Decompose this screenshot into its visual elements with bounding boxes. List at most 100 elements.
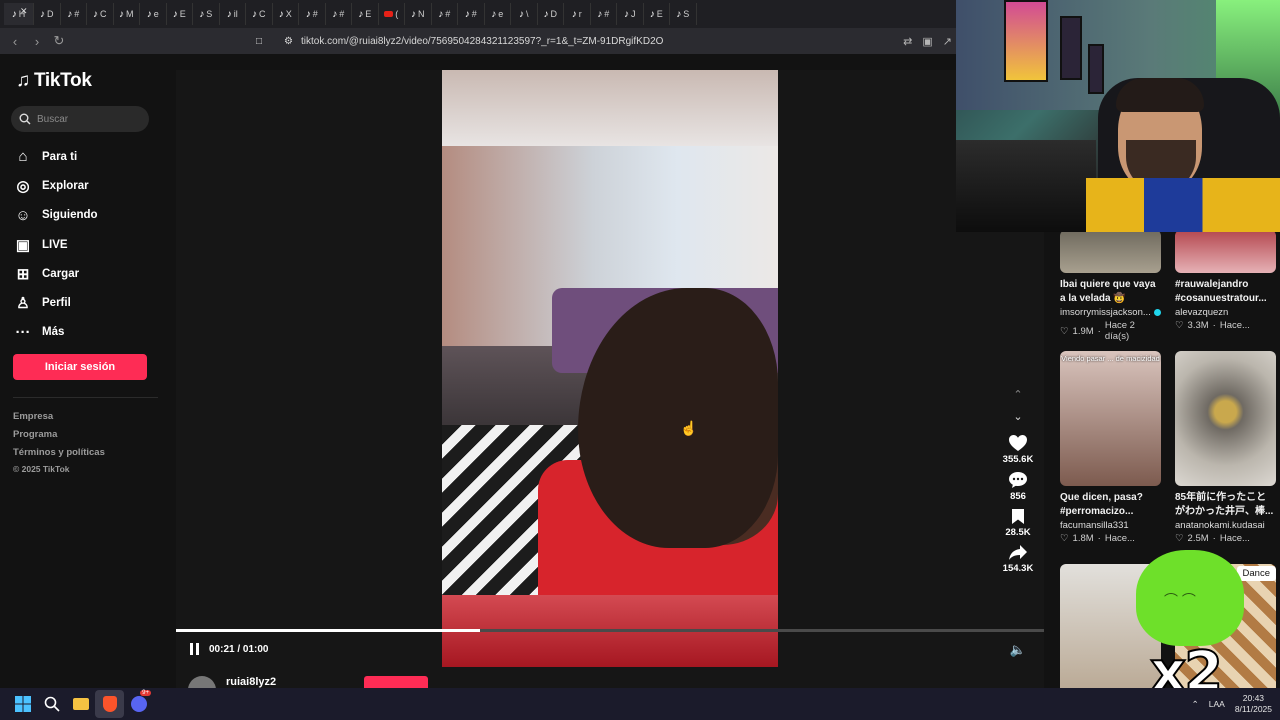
back-icon[interactable]: ‹ <box>4 30 26 52</box>
pause-icon[interactable] <box>190 643 199 655</box>
browser-tab[interactable]: ♪ S <box>193 3 220 25</box>
brave-browser-icon[interactable] <box>95 690 124 718</box>
browser-tab[interactable]: ♪ # <box>432 3 458 25</box>
footer-link-terms[interactable]: Términos y políticas <box>13 444 105 462</box>
browser-tab[interactable]: ♪ E <box>644 3 670 25</box>
forward-icon[interactable]: › <box>26 30 48 52</box>
save-count: 28.5K <box>1005 527 1031 538</box>
video-frame[interactable] <box>442 70 778 667</box>
browser-tab[interactable]: ♪ C <box>246 3 273 25</box>
browser-tab[interactable]: ♪ # <box>591 3 617 25</box>
meta-dot: · <box>1212 320 1216 331</box>
card-meta: ♡ 2.5M · Hace... <box>1175 533 1276 544</box>
tab-label: E <box>656 9 663 19</box>
discord-icon[interactable]: 9+ <box>124 690 153 718</box>
chevron-up-icon[interactable]: ⌃ <box>996 384 1040 406</box>
share-arrow-icon <box>1009 545 1027 560</box>
video-thumbnail[interactable] <box>1175 351 1276 486</box>
translate-icon[interactable]: ⇄ <box>903 35 912 48</box>
login-button[interactable]: Iniciar sesión <box>13 354 147 380</box>
recommended-card[interactable]: Viendo pasar ... de macizidad Que dicen,… <box>1060 351 1161 544</box>
footer-link-programa[interactable]: Programa <box>13 426 105 444</box>
tab-label: X <box>285 9 292 19</box>
video-stage[interactable]: 00:21 / 01:00 🔈 <box>176 70 1044 688</box>
sidebar-item-live[interactable]: ▣ LIVE <box>14 230 98 259</box>
browser-tab[interactable]: ♪ C <box>87 3 114 25</box>
browser-tab[interactable]: ( <box>379 3 405 25</box>
recommended-card[interactable]: Ibai quiere que vaya a la velada 🤠 imsor… <box>1060 230 1161 342</box>
cast-icon[interactable]: ▣ <box>922 35 932 48</box>
bookmark-icon[interactable]: □ <box>256 36 262 47</box>
tab-label: D <box>550 9 558 19</box>
card-user[interactable]: alevazquezn <box>1175 307 1276 318</box>
browser-tab[interactable]: ♪ r <box>564 3 591 25</box>
recommended-card[interactable]: 85年前に作ったことがわかった井戸、棒... anatanokami.kudas… <box>1175 351 1276 544</box>
sidebar-item-perfil[interactable]: ♙ Perfil <box>14 288 98 317</box>
browser-tab[interactable]: ♪ \ <box>511 3 538 25</box>
tray-chevron-icon[interactable]: ⌃ <box>1192 699 1199 710</box>
action-rail: ⌃ ⌄ 355.6K 856 28.5K 154.3K <box>996 384 1040 574</box>
video-thumbnail[interactable] <box>1175 230 1276 273</box>
card-user[interactable]: anatanokami.kudasai <box>1175 520 1276 531</box>
browser-tab[interactable]: ♪ # <box>299 3 326 25</box>
sidebar-item-explorar[interactable]: ◎ Explorar <box>14 171 98 200</box>
search-box[interactable] <box>11 106 149 132</box>
site-info-icon[interactable]: ⚙ <box>284 36 293 47</box>
taskbar-clock[interactable]: 20:43 8/11/2025 <box>1235 693 1272 715</box>
save-action[interactable]: 28.5K <box>996 508 1040 538</box>
browser-tab[interactable]: ♪ il <box>220 3 246 25</box>
avatar[interactable] <box>188 676 216 688</box>
browser-tab[interactable]: ♪ J <box>617 3 644 25</box>
close-tab-icon[interactable]: ✕ <box>20 6 28 17</box>
tab-label: r <box>578 9 582 19</box>
browser-tab[interactable]: ♪ # <box>458 3 485 25</box>
follow-button[interactable] <box>364 676 428 688</box>
browser-tab[interactable]: ♪ M <box>114 3 140 25</box>
card-username: imsorrymissjackson... <box>1060 307 1151 318</box>
video-thumbnail[interactable] <box>1060 230 1161 273</box>
chevron-down-icon[interactable]: ⌄ <box>996 406 1040 428</box>
like-action[interactable]: 355.6K <box>996 434 1040 465</box>
search-input[interactable] <box>37 113 137 125</box>
language-indicator[interactable]: LAA <box>1209 699 1225 709</box>
browser-tab[interactable]: ♪ N <box>405 3 432 25</box>
browser-tab[interactable]: ♪ E <box>352 3 379 25</box>
browser-tab[interactable]: ♪ H <box>4 3 34 25</box>
browser-tab[interactable]: ♪ # <box>326 3 352 25</box>
video-thumbnail[interactable]: Viendo pasar ... de macizidad <box>1060 351 1161 486</box>
card-user[interactable]: facumansilla331 <box>1060 520 1161 531</box>
video-progress-bar[interactable] <box>176 629 1044 632</box>
card-user[interactable]: imsorrymissjackson... <box>1060 307 1161 318</box>
url-text[interactable]: tiktok.com/@ruiai8lyz2/video/75695042843… <box>301 36 663 47</box>
sidebar-item-m-s[interactable]: ··· Más <box>14 318 98 347</box>
browser-tab[interactable]: ♪ D <box>34 3 61 25</box>
browser-tab[interactable]: ♪ E <box>167 3 193 25</box>
volume-icon[interactable]: 🔈 <box>1010 642 1026 658</box>
browser-tab[interactable]: ♪ S <box>670 3 697 25</box>
windows-start-icon[interactable] <box>8 690 37 718</box>
recommended-card[interactable]: #rauwalejandro #cosanuestratour... aleva… <box>1175 230 1276 331</box>
tiktok-tab-icon: ♪ <box>119 8 124 20</box>
search-taskbar-icon[interactable] <box>37 690 66 718</box>
browser-tab[interactable]: ♪ D <box>538 3 564 25</box>
address-bar[interactable]: □ ⚙ tiktok.com/@ruiai8lyz2/video/7569504… <box>256 28 663 54</box>
sidebar-item-siguiendo[interactable]: ☺ Siguiendo <box>14 201 97 230</box>
file-explorer-icon[interactable] <box>66 690 95 718</box>
share-icon[interactable]: ↗ <box>943 35 952 48</box>
tiktok-tab-icon: ♪ <box>543 8 549 20</box>
footer-link-empresa[interactable]: Empresa <box>13 408 105 426</box>
sidebar-item-cargar[interactable]: ⊞ Cargar <box>14 259 98 288</box>
tab-label: \ <box>525 9 529 19</box>
comment-action[interactable]: 856 <box>996 471 1040 502</box>
browser-tab[interactable]: ♪ # <box>61 3 87 25</box>
share-action[interactable]: 154.3K <box>996 544 1040 574</box>
browser-tab[interactable]: ♪ e <box>485 3 511 25</box>
card-username: alevazquezn <box>1175 307 1229 318</box>
reload-icon[interactable]: ↻ <box>48 30 70 52</box>
sidebar-item-para-ti[interactable]: ⌂ Para ti <box>14 142 98 171</box>
browser-tab[interactable]: ♪ X <box>273 3 299 25</box>
author-name[interactable]: ruiai8lyz2 <box>226 676 276 688</box>
tiktok-logo[interactable]: ♫ TikTok <box>16 70 92 92</box>
browser-tab[interactable]: ♪ e <box>140 3 167 25</box>
heart-outline-icon: ♡ <box>1060 325 1069 337</box>
